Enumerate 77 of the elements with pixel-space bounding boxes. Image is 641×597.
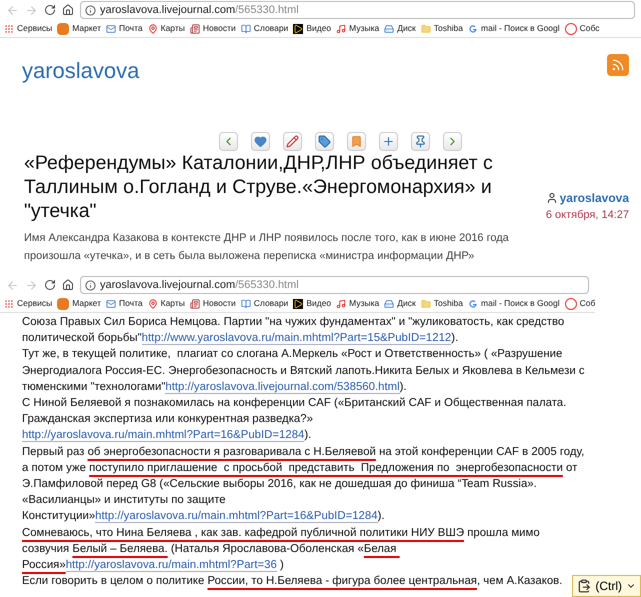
book-icon [240, 298, 251, 308]
post-title: «Референдумы» Каталонии,ДНР,ЛНР объединяет с Таллиным о.Гогланд и Струве.«Энергомонархия» и "утечка" [24, 151, 494, 223]
reload-icon[interactable] [44, 279, 56, 291]
bookmark-item[interactable]: Почта [106, 297, 143, 310]
folder-icon [420, 24, 431, 34]
bookmark-item[interactable]: Маркет [57, 297, 102, 310]
bookmark-item[interactable]: mail - Поиск в Googl [468, 297, 560, 310]
bookmark-item[interactable]: Диск [384, 297, 416, 310]
home-icon[interactable] [62, 4, 74, 16]
post-date: 6 октября, 14:27 [546, 208, 629, 222]
article-paragraph: Союза Правых Сил Бориса Немцова. Партии "на чужих фундаментах" и "жуликоватость, как средство политической борьбы"http://www.yaroslavova.ru/main.mhtml?Part=15&PubID=1212). [22, 315, 566, 346]
bookmark-item[interactable]: Диск [384, 22, 416, 35]
paste-options-button[interactable]: (Ctrl) [572, 575, 641, 597]
bookmark-item[interactable]: mail - Поиск в Googl [468, 22, 560, 35]
bookmark-item[interactable]: Словари [240, 297, 288, 310]
bookmark-item[interactable]: Сервисы [4, 297, 52, 310]
bookmark-item[interactable]: Видео [293, 22, 332, 35]
pencil-icon[interactable] [283, 132, 302, 151]
link[interactable]: http://www.yaroslavova.ru/main.mhtml?Part=15&PubID=1212 [142, 332, 452, 346]
link[interactable]: http://yaroslavova.ru/main.mhtml?Part=16&PubID=1284 [95, 510, 378, 524]
news-icon [190, 298, 200, 308]
article-paragraph: С Ниной Беляевой я познакомилась на конференции CAF («Британский CAF и Общественная палата. Гражданская экспертиза или конкурентная разведка?» http://yaroslavova.ru/main.mhtml?Part=16&PubID=1284). [22, 396, 568, 444]
address-bar[interactable]: yaroslavova.livejournal.com/565330.html [80, 276, 589, 294]
bookmark-item[interactable]: Сервисы [4, 22, 52, 35]
music-icon [336, 298, 346, 308]
google-icon [468, 298, 478, 308]
play-icon [293, 24, 304, 34]
pin-icon[interactable] [411, 132, 430, 151]
info-icon [85, 4, 96, 16]
bookmark-item[interactable]: Карты [148, 297, 185, 310]
info-icon [85, 280, 96, 290]
bookmark-icon[interactable] [347, 132, 366, 151]
bookmark-item[interactable]: Видео [293, 297, 332, 310]
article-paragraph: Первый раз об энергобезопасности я разговаривала с Н.Беляевой на этой конференции CAF в 2005 году, а потом уже поступило приглашение с просьбой представить Предложения по энергобезопасности от Э.Памфиловой перед G8 («Сельские выборы 2016, как не дошедшая до финиша “Team Russia». «Василианцы» и институты по защите Конституции»http://yaroslavova.ru/main.mhtml?Part=16&PubID=1284). [22, 444, 585, 525]
reload-icon[interactable] [44, 4, 56, 16]
link[interactable]: http://yaroslavova.ru/main.mhtml?Part=16&PubID=1284 [22, 429, 304, 442]
user-icon [546, 192, 558, 204]
post-summary: Имя Александра Казакова в контексте ДНР и ЛНР появилось после того, как в июне 2016 года произошла «утечка», и в сеть была выложена переписка «министра информации ДНР» [23, 231, 510, 264]
rss-icon[interactable] [607, 54, 629, 76]
apps-grid-icon [4, 298, 14, 308]
apps-grid-icon [4, 24, 14, 34]
google-icon [468, 24, 478, 34]
book-icon [240, 24, 251, 34]
home-icon[interactable] [62, 279, 74, 291]
mail-icon [106, 24, 116, 34]
bookmark-item[interactable]: Карты [148, 22, 185, 35]
folder-icon [420, 298, 431, 308]
bookmark-item[interactable]: Новости [190, 297, 236, 310]
link[interactable]: http://yaroslavova.livejournal.com/538560.html [165, 380, 400, 394]
link[interactable]: http://yaroslavova.ru/main.mhtml?Part=36 [66, 559, 277, 572]
map-pin-icon [148, 24, 158, 34]
mail-icon [106, 298, 116, 308]
map-pin-icon [148, 298, 158, 308]
music-icon [336, 24, 346, 34]
bookmark-item[interactable]: Новости [190, 22, 236, 35]
chevron-left-icon[interactable] [219, 132, 238, 151]
blog-name[interactable]: yaroslavova [22, 54, 140, 87]
plus-icon[interactable] [379, 132, 398, 151]
bookmark-item[interactable]: Собс [564, 22, 600, 35]
bookmark-item[interactable]: Словари [240, 22, 288, 35]
tag-icon[interactable] [315, 132, 334, 151]
clipboard-icon [577, 579, 592, 593]
bookmark-item[interactable]: Почта [106, 22, 143, 35]
article-paragraph: Если говорить в целом о политике России, то Н.Беляева - фигура более центральная, чем А.Казаков. [22, 574, 564, 590]
chevron-right-icon[interactable] [443, 132, 462, 151]
bookmark-item[interactable]: Музыка [336, 22, 380, 35]
bookmark-item[interactable]: Маркет [57, 22, 102, 35]
bookmark-item[interactable]: Toshiba [420, 297, 464, 310]
article-paragraph: Тут же, в текущей политике, плагиат со слогана А.Меркель «Рост и Ответственность» ( «Разрушение Энергодиалога Россия-ЕС. Энергобезопасность и Вятский лапоть.Никита Белых и Яковлева в Кельмези с тюменскими "технологами"http://yaroslavova.livejournal.com/538560.html). [22, 347, 585, 396]
address-bar[interactable]: yaroslavova.livejournal.com/565330.html [80, 1, 635, 19]
play-icon [293, 298, 304, 308]
bookmark-item[interactable]: Музыка [336, 297, 380, 310]
news-icon [190, 24, 200, 34]
article-paragraph: Сомневаюсь, что Нина Беляева , как зав. кафедрой публичной политики НИУ ВШЭ прошла мимо созвучия Белый – Беляева. (Наталья Ярославова-Оболенская «Белая Россия»http://yaroslavova.ru/main.mhtml?Part=36 ) [22, 526, 541, 574]
author-link[interactable]: yaroslavova [546, 188, 629, 206]
bookmark-item[interactable]: Toshiba [420, 22, 464, 35]
bookmark-item[interactable]: Соб [564, 297, 595, 310]
